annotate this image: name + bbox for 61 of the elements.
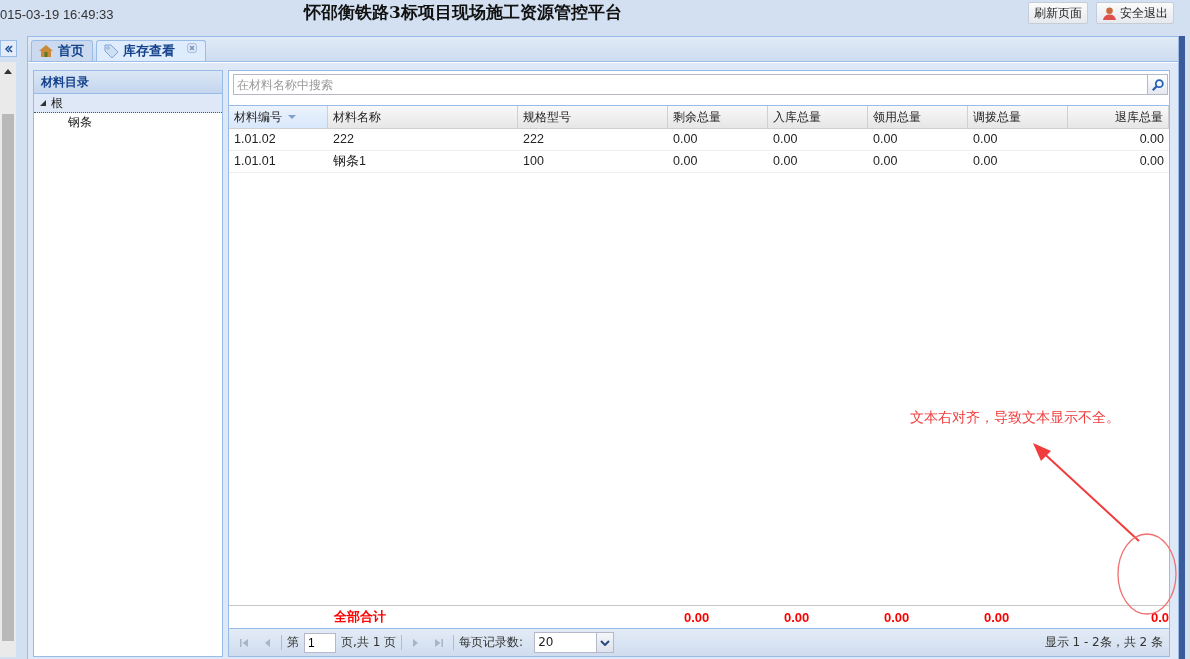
house-icon — [38, 43, 54, 59]
table-cell-text: 0.00 — [872, 153, 899, 170]
column-header[interactable]: 材料编号 — [229, 106, 328, 128]
total-value: 0.00 — [784, 609, 810, 625]
tree-node[interactable]: 根 — [34, 94, 222, 113]
table-cell-text: 0.00 — [1138, 131, 1165, 148]
app-title: 怀邵衡铁路3标项目现场施工资源管控平台 — [304, 0, 622, 24]
column-header[interactable]: 领用总量 — [868, 106, 968, 128]
table-cell-text: 0.00 — [672, 131, 699, 148]
table-cell-text: 0.00 — [972, 131, 999, 148]
tree-panel-title: 材料目录 — [34, 71, 222, 94]
page-label: 第 — [287, 634, 299, 651]
scroll-up-icon[interactable] — [4, 68, 12, 74]
last-page-icon[interactable] — [434, 637, 445, 648]
refresh-button[interactable]: 刷新页面 — [1028, 2, 1088, 24]
total-label: 全部合计 — [334, 609, 386, 624]
total-value: 0.0 — [1150, 609, 1169, 625]
page-size-label: 每页记录数: — [459, 634, 524, 651]
close-icon[interactable] — [187, 43, 197, 53]
table-cell-text: 1.01.01 — [233, 153, 277, 170]
search-icon — [1150, 77, 1165, 92]
tag-icon — [103, 43, 119, 59]
record-count: 显示 1 - 2条，共 2 条 — [1044, 634, 1163, 651]
tab[interactable]: 首页 — [31, 40, 93, 61]
table-cell-text: 0.00 — [772, 153, 799, 170]
table-cell-text: 0.00 — [972, 153, 999, 170]
column-header[interactable]: 剩余总量 — [668, 106, 768, 128]
user-icon — [1102, 5, 1117, 21]
scrollbar[interactable] — [0, 62, 16, 657]
table-cell-text: 1.01.02 — [233, 131, 277, 148]
search-field[interactable]: 在材料名称中搜索 — [233, 74, 1148, 95]
total-value: 0.00 — [684, 609, 710, 625]
tree-node[interactable]: 钢条 — [34, 113, 222, 131]
logout-button[interactable]: 安全退出 — [1096, 2, 1174, 24]
page-size-dropdown[interactable]: 20 — [534, 632, 615, 653]
table-cell-text: 0.00 — [872, 131, 899, 148]
caret-icon — [600, 639, 611, 646]
table-cell-text: 0.00 — [672, 153, 699, 170]
table-cell-text: 0.00 — [772, 131, 799, 148]
page-number-field[interactable]: 1 — [304, 632, 336, 653]
column-header[interactable]: 入库总量 — [768, 106, 868, 128]
first-page-icon[interactable] — [239, 637, 249, 648]
table-cell-text: 钢条1 — [332, 153, 367, 170]
total-value: 0.00 — [984, 609, 1010, 625]
date-time: 015-03-19 16:49:33 — [0, 6, 115, 22]
column-header[interactable]: 材料名称 — [328, 106, 518, 128]
table-cell-text: 222 — [332, 131, 355, 148]
expander-icon[interactable] — [40, 100, 46, 106]
column-header[interactable]: 调拨总量 — [968, 106, 1068, 128]
search-button[interactable] — [1148, 74, 1168, 95]
column-header[interactable]: 退库总量 — [1068, 106, 1169, 128]
page-count-label: 页,共 1 页 — [341, 634, 397, 651]
collapse-button[interactable] — [0, 40, 17, 57]
total-value: 0.00 — [884, 609, 910, 625]
double-chevron-icon — [3, 43, 14, 54]
column-header[interactable]: 规格型号 — [518, 106, 668, 128]
table-cell-text: 100 — [522, 153, 545, 170]
table-cell-text: 0.00 — [1138, 153, 1165, 170]
tab[interactable]: 库存查看 — [96, 40, 206, 61]
annotation-text: 文本右对齐，导致文本显示不全。 — [910, 409, 1120, 427]
table-cell-text: 222 — [522, 131, 545, 148]
